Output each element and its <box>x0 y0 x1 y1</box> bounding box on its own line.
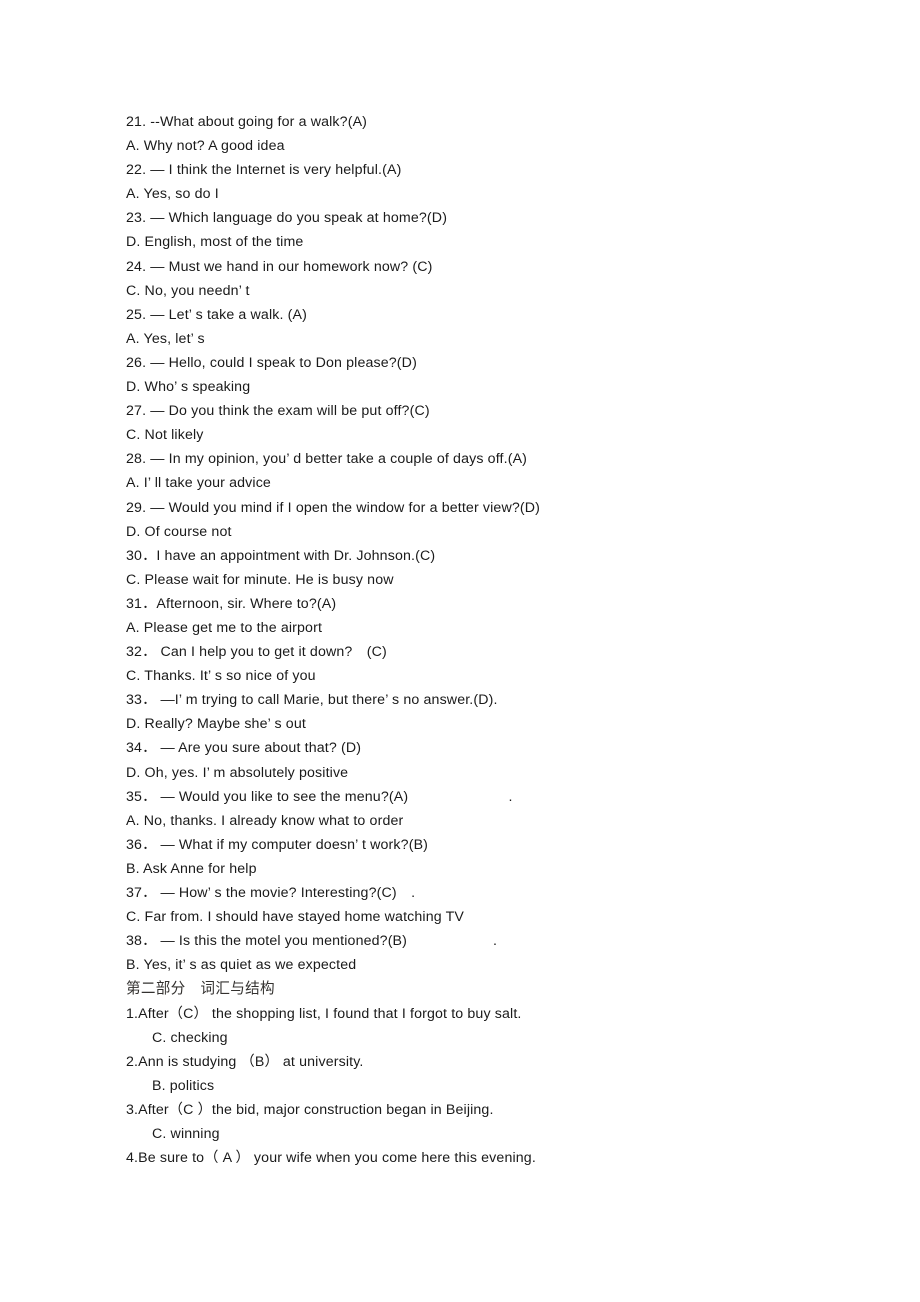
document-line: 26. — Hello, could I speak to Don please… <box>126 351 866 375</box>
line-text: 31．Afternoon, sir. Where to?(A) <box>126 595 337 612</box>
line-text: D. Oh, yes. I’ m absolutely positive <box>126 764 349 781</box>
line-text: 24. — Must we hand in our homework now? … <box>126 258 433 275</box>
trailing-period: . <box>407 933 498 950</box>
line-text: C. checking <box>152 1029 228 1046</box>
line-text: 3.After（C ）the bid, major construction b… <box>126 1102 494 1119</box>
document-line: 2.Ann is studying （B） at university. <box>126 1050 866 1074</box>
document-line: 31．Afternoon, sir. Where to?(A) <box>126 592 866 616</box>
document-line: A. Please get me to the airport <box>126 616 866 640</box>
document-line: 35． — Would you like to see the menu?(A)… <box>126 785 866 809</box>
line-text: A. Yes, let’ s <box>126 330 205 347</box>
document-line: 33． —I’ m trying to call Marie, but ther… <box>126 688 866 712</box>
line-text: B. Yes, it’ s as quiet as we expected <box>126 957 357 974</box>
line-text: B. Ask Anne for help <box>126 860 257 877</box>
line-text: 25. — Let’ s take a walk. (A) <box>126 306 308 323</box>
line-text: 21. --What about going for a walk?(A) <box>126 114 368 130</box>
document-line: C. checking <box>126 1026 866 1050</box>
document-line: D. Oh, yes. I’ m absolutely positive <box>126 761 866 785</box>
document-line: C. Please wait for minute. He is busy no… <box>126 568 866 592</box>
line-text: 38． — Is this the motel you mentioned?(B… <box>126 933 408 950</box>
section-heading: 第二部分 词汇与结构 <box>126 977 866 1001</box>
document-line: 23. — Which language do you speak at hom… <box>126 206 866 230</box>
line-text: D. Who’ s speaking <box>126 379 251 396</box>
document-line: 1.After（C） the shopping list, I found th… <box>126 1002 866 1026</box>
line-text: A. Please get me to the airport <box>126 619 323 636</box>
document-line: 34． — Are you sure about that? (D) <box>126 736 866 760</box>
document-line: 3.After（C ）the bid, major construction b… <box>126 1098 866 1122</box>
line-text: 34． — Are you sure about that? (D) <box>126 740 362 757</box>
line-text: 36． — What if my computer doesn’ t work?… <box>126 836 429 853</box>
line-text: 35． — Would you like to see the menu?(A) <box>126 788 409 805</box>
line-text: A. No, thanks. I already know what to or… <box>126 812 404 829</box>
trailing-period: . <box>408 788 513 805</box>
document-line: 27. — Do you think the exam will be put … <box>126 399 866 423</box>
document-page: 21. --What about going for a walk?(A) A. … <box>0 0 920 1302</box>
line-text: C. Not likely <box>126 427 204 444</box>
document-line: 4.Be sure to（ A ） your wife when you com… <box>126 1146 866 1170</box>
document-line: 21. --What about going for a walk?(A) <box>126 110 866 134</box>
document-line: B. Yes, it’ s as quiet as we expected <box>126 953 866 977</box>
document-line: D. Of course not <box>126 520 866 544</box>
line-text: 33． —I’ m trying to call Marie, but ther… <box>126 692 498 709</box>
line-text: C. Thanks. It’ s so nice of you <box>126 668 316 685</box>
line-text: A. Yes, so do I <box>126 186 219 203</box>
document-line: C. Thanks. It’ s so nice of you <box>126 664 866 688</box>
line-text: 26. — Hello, could I speak to Don please… <box>126 354 417 371</box>
document-line: C. winning <box>126 1122 866 1146</box>
document-line: 30．I have an appointment with Dr. Johnso… <box>126 544 866 568</box>
line-text: C. Please wait for minute. He is busy no… <box>126 571 394 588</box>
document-line: C. Far from. I should have stayed home w… <box>126 905 866 929</box>
line-text: A. I’ ll take your advice <box>126 475 271 492</box>
line-text: 1.After（C） the shopping list, I found th… <box>126 1005 522 1022</box>
document-line: A. Why not? A good idea <box>126 134 866 158</box>
line-text: D. Really? Maybe she’ s out <box>126 716 306 733</box>
document-line: A. Yes, so do I <box>126 182 866 206</box>
document-line: B. Ask Anne for help <box>126 857 866 881</box>
document-line: C. Not likely <box>126 423 866 447</box>
line-text: 22. — I think the Internet is very helpf… <box>126 162 402 179</box>
line-text: C. No, you needn’ t <box>126 282 250 299</box>
document-line: 28. — In my opinion, you’ d better take … <box>126 447 866 471</box>
line-text: 23. — Which language do you speak at hom… <box>126 210 448 227</box>
line-text: C. Far from. I should have stayed home w… <box>126 909 465 926</box>
line-text: 28. — In my opinion, you’ d better take … <box>126 451 528 468</box>
document-line: D. English, most of the time <box>126 230 866 254</box>
line-text: D. Of course not <box>126 523 232 540</box>
document-line: 24. — Must we hand in our homework now? … <box>126 255 866 279</box>
line-text: 30．I have an appointment with Dr. Johnso… <box>126 547 436 564</box>
document-line: A. Yes, let’ s <box>126 327 866 351</box>
trailing-period: . <box>396 885 416 901</box>
document-line: 36． — What if my computer doesn’ t work?… <box>126 833 866 857</box>
document-line: 32． Can I help you to get it down? (C) <box>126 640 866 664</box>
line-text: A. Why not? A good idea <box>126 138 285 155</box>
document-line: 22. — I think the Internet is very helpf… <box>126 158 866 182</box>
line-text: D. English, most of the time <box>126 234 304 251</box>
document-text-body: 21. --What about going for a walk?(A) A. … <box>126 110 866 1170</box>
line-text: 2.Ann is studying （B） at university. <box>126 1053 364 1070</box>
document-line: D. Who’ s speaking <box>126 375 866 399</box>
document-line: 25. — Let’ s take a walk. (A) <box>126 303 866 327</box>
document-line: B. politics <box>126 1074 866 1098</box>
line-text: B. politics <box>152 1078 215 1095</box>
line-text: 29. — Would you mind if I open the windo… <box>126 499 541 516</box>
document-line: A. I’ ll take your advice <box>126 471 866 495</box>
line-text: C. winning <box>152 1126 220 1143</box>
document-line: C. No, you needn’ t <box>126 279 866 303</box>
document-line: D. Really? Maybe she’ s out <box>126 712 866 736</box>
line-text: 32． Can I help you to get it down? (C) <box>126 644 387 661</box>
document-line: 29. — Would you mind if I open the windo… <box>126 496 866 520</box>
line-text: 第二部分 词汇与结构 <box>126 981 275 998</box>
line-text: 27. — Do you think the exam will be put … <box>126 403 430 420</box>
line-text: 37． — How’ s the movie? Interesting?(C) <box>126 885 397 901</box>
document-line: 38． — Is this the motel you mentioned?(B… <box>126 929 866 953</box>
document-line: 37． — How’ s the movie? Interesting?(C) … <box>126 881 866 905</box>
document-line: A. No, thanks. I already know what to or… <box>126 809 866 833</box>
line-text: 4.Be sure to（ A ） your wife when you com… <box>126 1150 536 1167</box>
